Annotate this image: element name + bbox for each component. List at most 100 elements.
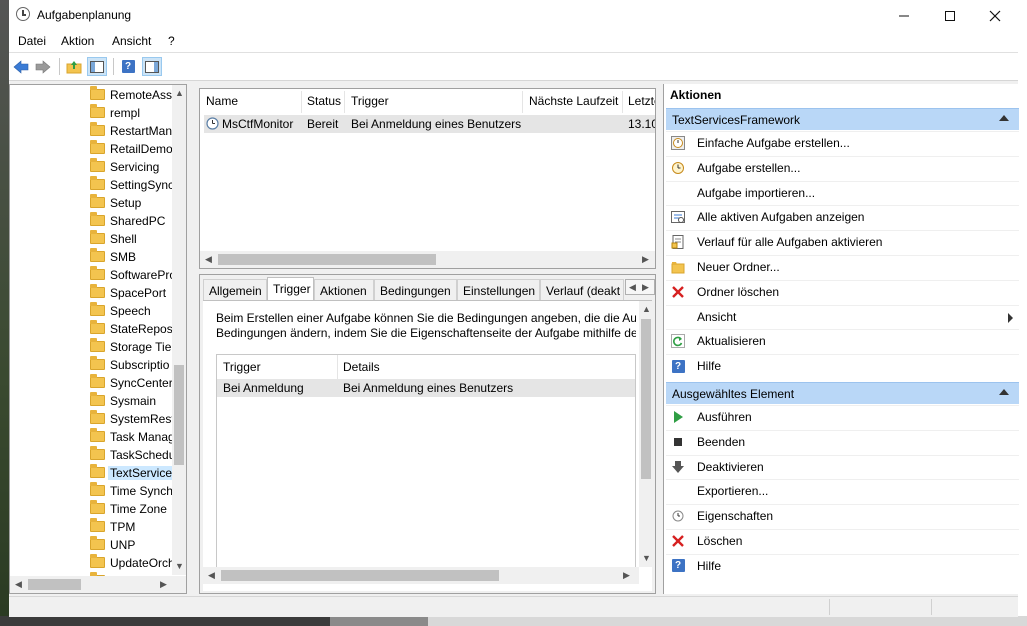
column-header-next-run[interactable]: Nächste Laufzeit <box>529 94 618 108</box>
tab-aktionen[interactable]: Aktionen <box>314 279 374 300</box>
action-ansicht[interactable]: Ansicht <box>666 304 1019 329</box>
tree-item[interactable]: SMB <box>90 248 174 266</box>
tree-vertical-scrollbar[interactable]: ▲ ▼ <box>172 85 186 575</box>
scroll-up-icon[interactable]: ▲ <box>175 88 184 98</box>
action-hilfe[interactable]: ? Hilfe <box>666 354 1019 378</box>
menu-datei[interactable]: Datei <box>18 34 46 48</box>
scroll-left-icon[interactable]: ◀ <box>205 254 212 265</box>
tree-item[interactable]: TextServices <box>90 464 174 482</box>
scroll-thumb[interactable] <box>221 570 499 581</box>
trigger-column-header-trigger[interactable]: Trigger <box>223 360 261 374</box>
scroll-thumb[interactable] <box>218 254 436 265</box>
menu-aktion[interactable]: Aktion <box>61 34 94 48</box>
action-aktualisieren[interactable]: Aktualisieren <box>666 329 1019 353</box>
scroll-up-icon[interactable]: ▲ <box>642 304 651 314</box>
tasklist-horizontal-scrollbar[interactable]: ◀ ▶ <box>200 251 655 268</box>
tree-item[interactable]: Shell <box>90 230 174 248</box>
tree-item[interactable]: SystemRest <box>90 410 174 428</box>
tab-allgemein[interactable]: Allgemein <box>203 279 267 300</box>
maximize-button[interactable] <box>927 0 973 31</box>
action-hilfe[interactable]: ? Hilfe <box>666 553 1019 578</box>
action-löschen[interactable]: Löschen <box>666 529 1019 553</box>
detail-vertical-scrollbar[interactable]: ▲ ▼ <box>639 301 653 567</box>
action-ausführen[interactable]: Ausführen <box>666 405 1019 429</box>
trigger-row[interactable]: Bei Anmeldung Bei Anmeldung eines Benutz… <box>217 379 635 397</box>
tree-item[interactable]: Speech <box>90 302 174 320</box>
action-aufgabe-importieren[interactable]: Aufgabe importieren... <box>666 180 1019 205</box>
folder-tree[interactable]: RemoteAss rempl RestartMan RetailDemo Servic… <box>9 84 187 594</box>
collapse-caret-icon[interactable] <box>999 389 1009 395</box>
tree-item[interactable]: SpacePort <box>90 284 174 302</box>
action-alle-aktiven-aufgaben-anzeigen[interactable]: Alle aktiven Aufgaben anzeigen <box>666 205 1019 229</box>
tree-item[interactable]: Sysmain <box>90 392 174 410</box>
tree-item[interactable]: TPM <box>90 518 174 536</box>
action-aufgabe-erstellen[interactable]: Aufgabe erstellen... <box>666 155 1019 180</box>
column-header-name[interactable]: Name <box>206 94 238 108</box>
collapse-caret-icon[interactable] <box>999 115 1009 121</box>
action-ordner-löschen[interactable]: Ordner löschen <box>666 279 1019 304</box>
tree-item[interactable]: SyncCenter <box>90 374 174 392</box>
trigger-column-header-details[interactable]: Details <box>343 360 380 374</box>
close-button[interactable] <box>972 0 1018 31</box>
action-eigenschaften[interactable]: Eigenschaften <box>666 504 1019 528</box>
column-header-last-run[interactable]: Letzte <box>628 94 655 108</box>
scroll-down-icon[interactable]: ▼ <box>175 561 184 571</box>
show-tree-button[interactable] <box>87 57 107 76</box>
tab-verlauf[interactable]: Verlauf (deakt <box>540 279 624 300</box>
scroll-right-icon[interactable]: ▶ <box>623 570 630 581</box>
tab-einstellungen[interactable]: Einstellungen <box>457 279 540 300</box>
tree-item[interactable]: Task Manag <box>90 428 174 446</box>
detail-horizontal-scrollbar[interactable]: ◀ ▶ <box>203 567 639 584</box>
show-actions-button[interactable] <box>142 57 162 76</box>
scroll-left-icon[interactable]: ◀ <box>15 579 22 590</box>
tree-horizontal-scrollbar[interactable]: ◀ ▶ <box>10 576 186 593</box>
task-row[interactable]: MsCtfMonitor Bereit Bei Anmeldung eines … <box>204 115 655 133</box>
tree-item[interactable]: Time Zone <box>90 500 174 518</box>
tab-trigger[interactable]: Trigger <box>267 277 314 301</box>
scroll-left-icon[interactable]: ◀ <box>208 570 215 581</box>
tree-item[interactable]: StateReposi <box>90 320 174 338</box>
tree-item[interactable]: UpdateOrch <box>90 554 174 572</box>
column-header-trigger[interactable]: Trigger <box>351 94 389 108</box>
tab-scroll-right-icon[interactable]: ▶ <box>642 282 649 293</box>
menu-help[interactable]: ? <box>168 34 175 48</box>
tree-item[interactable]: RemoteAss <box>90 86 174 104</box>
action-neuer-ordner[interactable]: Neuer Ordner... <box>666 255 1019 279</box>
forward-button[interactable] <box>33 57 53 76</box>
up-folder-button[interactable] <box>64 57 84 76</box>
tree-item[interactable]: Servicing <box>90 158 174 176</box>
scroll-thumb[interactable] <box>174 365 184 465</box>
column-header-status[interactable]: Status <box>307 94 341 108</box>
action-deaktivieren[interactable]: Deaktivieren <box>666 454 1019 479</box>
tree-item[interactable]: Time Synch <box>90 482 174 500</box>
scroll-thumb[interactable] <box>28 579 81 590</box>
tab-bedingungen[interactable]: Bedingungen <box>374 279 457 300</box>
tree-item[interactable]: SharedPC <box>90 212 174 230</box>
scroll-right-icon[interactable]: ▶ <box>642 254 649 265</box>
scroll-down-icon[interactable]: ▼ <box>642 553 651 563</box>
tree-item[interactable]: RestartMan <box>90 122 174 140</box>
tree-item[interactable]: Subscriptio <box>90 356 174 374</box>
action-verlauf-für-alle-aufgaben-aktivieren[interactable]: Verlauf für alle Aufgaben aktivieren <box>666 230 1019 254</box>
tree-item[interactable]: SettingSync <box>90 176 174 194</box>
minimize-button[interactable] <box>881 0 927 31</box>
back-button[interactable] <box>11 57 31 76</box>
section-header-textservicesframework[interactable]: TextServicesFramework <box>666 108 1019 130</box>
tree-item[interactable]: SoftwarePro <box>90 266 174 284</box>
action-exportieren[interactable]: Exportieren... <box>666 479 1019 503</box>
trigger-table[interactable]: Trigger Details Bei Anmeldung Bei Anmeld… <box>216 354 636 576</box>
tab-scroll-left-icon[interactable]: ◀ <box>629 282 636 293</box>
menu-ansicht[interactable]: Ansicht <box>112 34 151 48</box>
help-toolbar-button[interactable]: ? <box>118 57 138 76</box>
scroll-right-icon[interactable]: ▶ <box>160 579 167 590</box>
tree-item[interactable]: UNP <box>90 536 174 554</box>
tree-item[interactable]: rempl <box>90 104 174 122</box>
scroll-thumb[interactable] <box>641 319 651 479</box>
action-beenden[interactable]: Beenden <box>666 429 1019 454</box>
tree-item[interactable]: RetailDemo <box>90 140 174 158</box>
section-header-selected-item[interactable]: Ausgewähltes Element <box>666 382 1019 404</box>
tree-item[interactable]: Storage Tier <box>90 338 174 356</box>
tree-item[interactable]: Setup <box>90 194 174 212</box>
tree-item[interactable]: TaskSchedu <box>90 446 174 464</box>
action-einfache-aufgabe-erstellen[interactable]: Einfache Aufgabe erstellen... <box>666 131 1019 155</box>
